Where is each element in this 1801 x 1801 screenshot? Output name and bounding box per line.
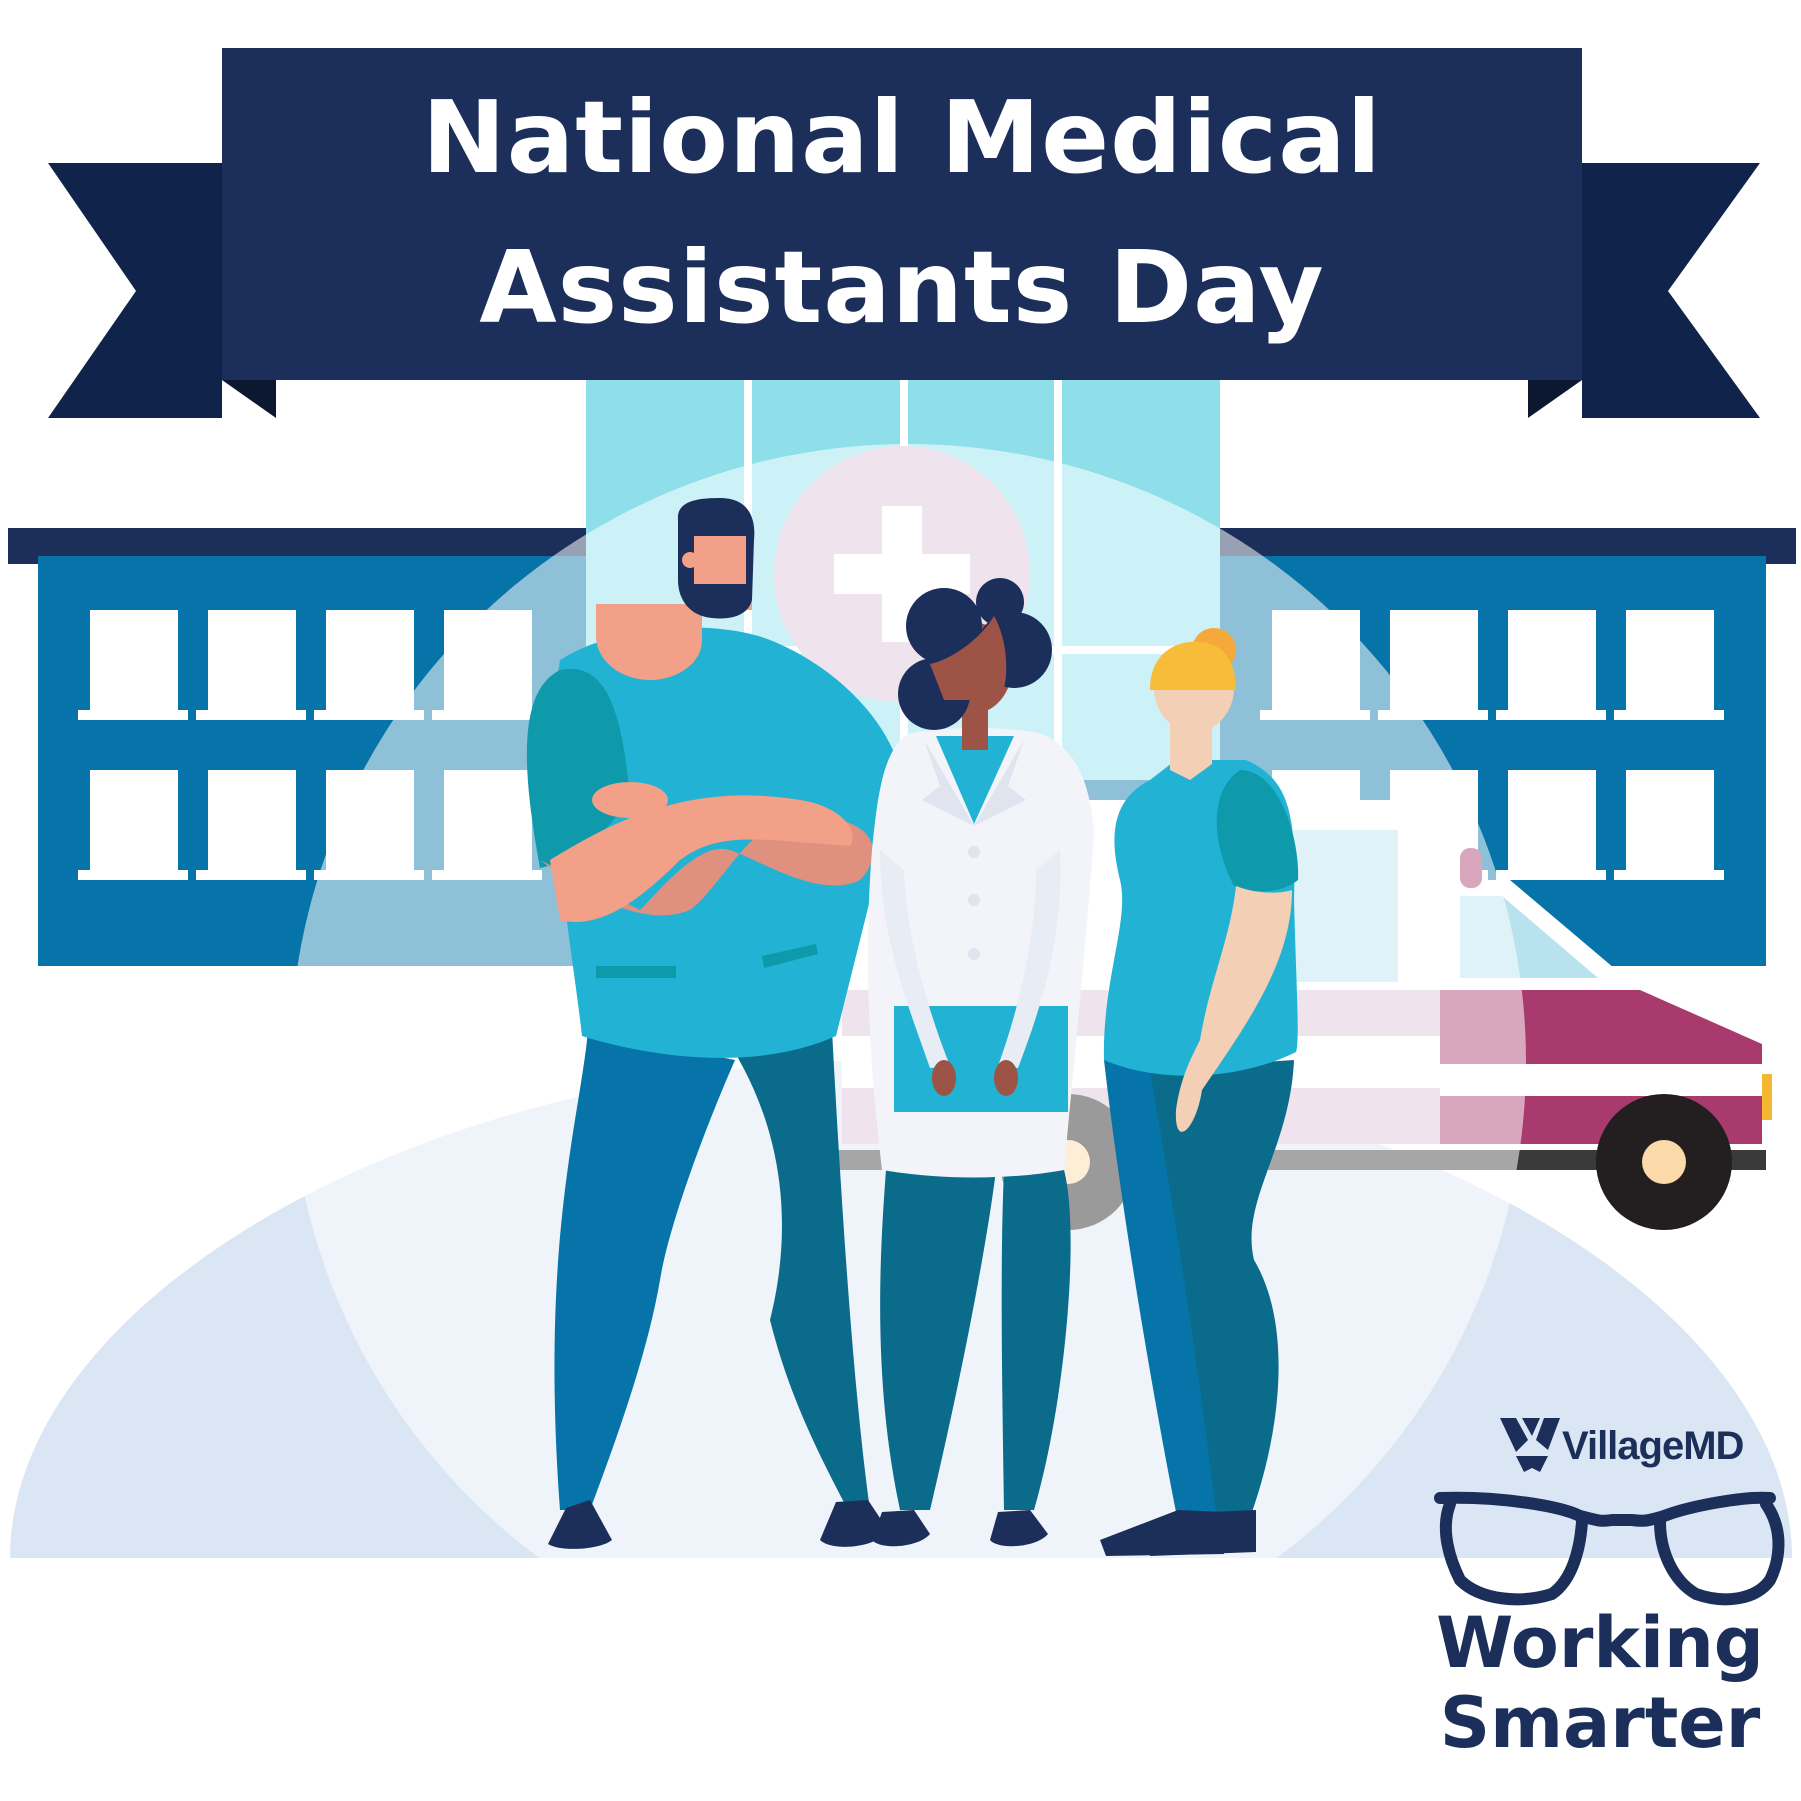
page-title-line-1: National Medical	[422, 79, 1382, 196]
tagline-line-1: Working	[1436, 1602, 1764, 1684]
page-title-line-2: Assistants Day	[479, 229, 1325, 346]
poster: National Medical Assistants Day VillageM…	[0, 0, 1801, 1801]
brand-name: VillageMD	[1562, 1424, 1744, 1468]
tagline-line-2: Smarter	[1439, 1682, 1761, 1764]
